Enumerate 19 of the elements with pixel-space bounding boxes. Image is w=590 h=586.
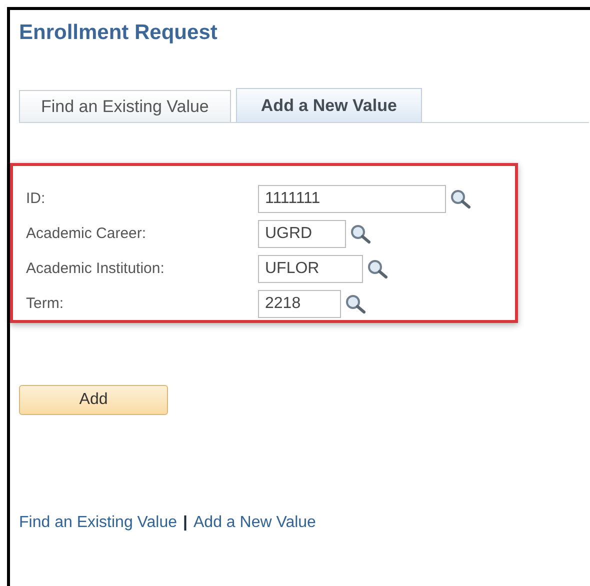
field-label: Academic Institution:	[26, 258, 166, 279]
input-field[interactable]: 2218	[258, 290, 341, 318]
link[interactable]: Find an Existing Value	[19, 511, 178, 535]
tab[interactable]: Add a New Value	[236, 88, 422, 122]
field-label: Term:	[26, 294, 64, 314]
search-icon[interactable]	[367, 259, 389, 279]
search-icon[interactable]	[450, 189, 472, 209]
page-title: Enrollment Request	[19, 20, 218, 46]
field-label: ID:	[26, 188, 46, 209]
search-icon[interactable]	[345, 294, 367, 314]
input-field[interactable]: UGRD	[258, 220, 346, 248]
add-button[interactable]: Add	[19, 385, 168, 415]
link-separator: |	[183, 513, 188, 533]
search-icon[interactable]	[350, 224, 372, 244]
input-field[interactable]: UFLOR	[258, 255, 363, 283]
link[interactable]: Add a New Value	[194, 511, 316, 535]
input-field[interactable]: 1111111	[258, 185, 446, 213]
tab[interactable]: Find an Existing Value	[19, 90, 231, 122]
field-label: Academic Career:	[26, 224, 148, 244]
